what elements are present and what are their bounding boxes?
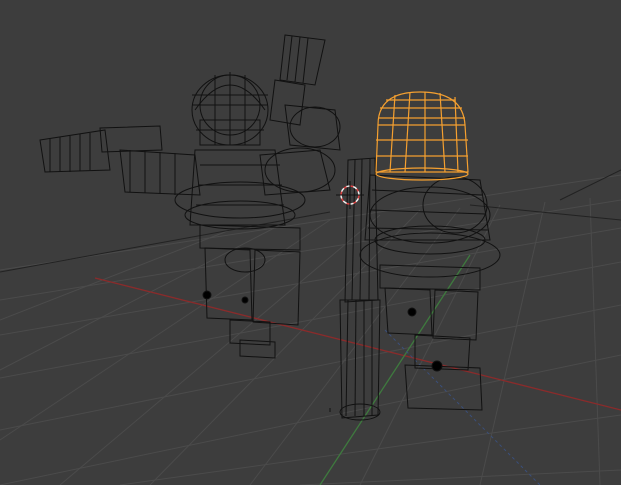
x-axis-line	[94, 277, 621, 411]
left-figure-wireframe[interactable]	[39, 34, 341, 359]
right-figure-helmet-wireframe[interactable]	[375, 91, 469, 181]
3d-cursor-icon[interactable]	[336, 181, 364, 209]
floor-grid	[0, 174, 621, 485]
viewport-canvas[interactable]	[0, 0, 621, 485]
horizon-line	[0, 169, 621, 273]
3d-viewport[interactable]	[0, 0, 621, 485]
